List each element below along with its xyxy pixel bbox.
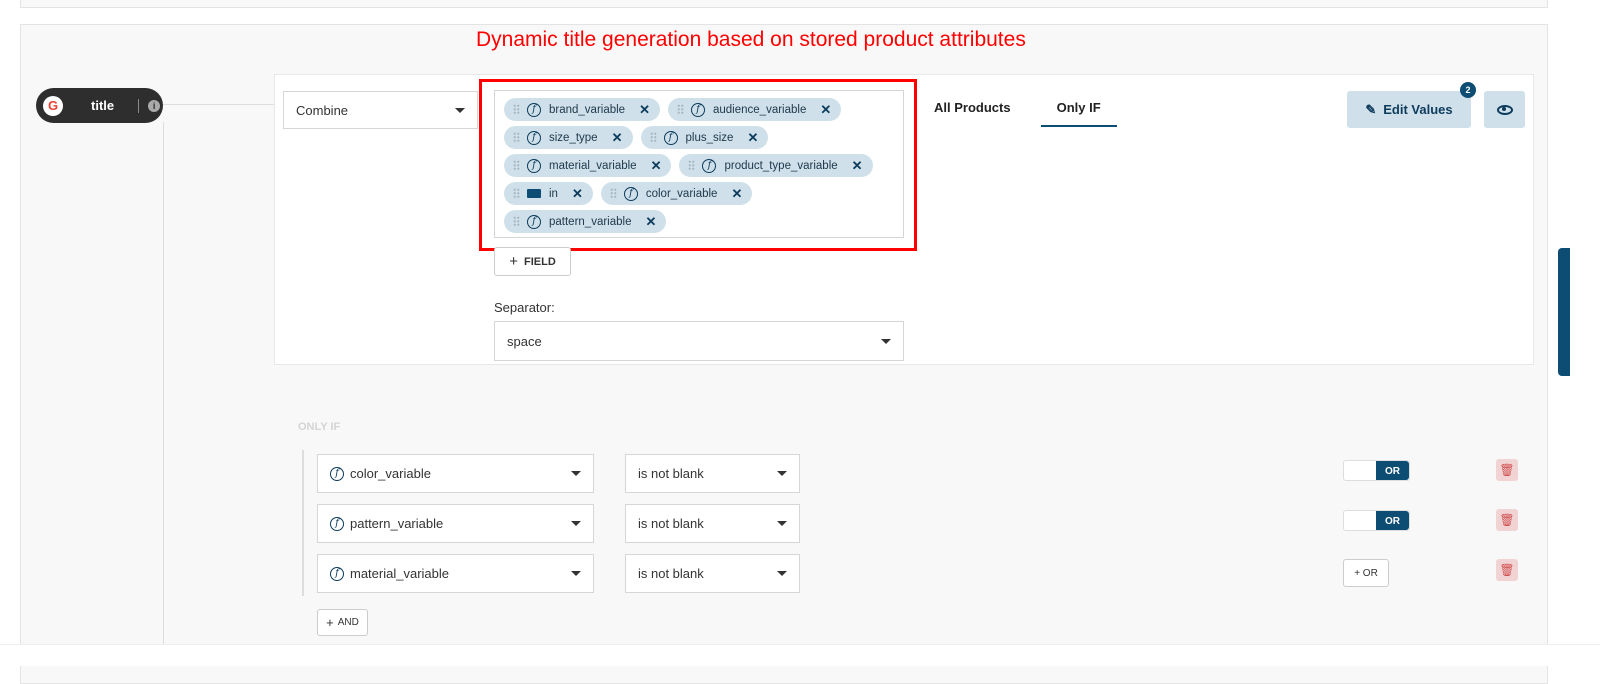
caret-down-icon — [571, 471, 581, 476]
condition-operator-value: is not blank — [638, 566, 704, 581]
mode-value: Combine — [296, 102, 349, 118]
edit-values-label: Edit Values — [1383, 102, 1453, 117]
separator-label: Separator: — [494, 300, 555, 315]
and-label: AND — [337, 617, 359, 628]
edit-values-button[interactable]: ✎ Edit Values — [1347, 91, 1471, 128]
condition-field-value: color_variable — [350, 466, 431, 481]
conditions-line — [302, 450, 304, 596]
caret-down-icon — [571, 521, 581, 526]
bottom-bar — [0, 644, 1600, 666]
caret-down-icon — [571, 571, 581, 576]
or-label: OR — [1376, 511, 1409, 530]
tabs: All Products Only IF — [934, 100, 1147, 127]
function-icon: f — [330, 516, 344, 531]
caret-down-icon — [777, 571, 787, 576]
condition-field-select[interactable]: f material_variable — [317, 554, 594, 593]
condition-field-select[interactable]: f pattern_variable — [317, 504, 594, 543]
or-label: OR — [1376, 461, 1409, 480]
condition-field-value: material_variable — [350, 566, 449, 581]
caret-down-icon — [881, 338, 891, 344]
add-field-button[interactable]: + FIELD — [494, 247, 571, 276]
tab-all-products[interactable]: All Products — [934, 100, 1011, 127]
tree-line — [163, 122, 164, 666]
delete-condition-icon[interactable]: 🗑 — [1496, 509, 1518, 531]
plus-icon: + — [326, 615, 334, 630]
google-icon: G — [43, 95, 63, 116]
or-toggle[interactable]: OR — [1343, 460, 1410, 481]
function-icon: f — [330, 466, 344, 481]
condition-field-value: pattern_variable — [350, 516, 444, 531]
add-field-label: FIELD — [523, 255, 556, 268]
add-or-button[interactable]: + OR — [1343, 559, 1389, 587]
edit-icon: ✎ — [1365, 101, 1377, 117]
delete-condition-icon[interactable]: 🗑 — [1496, 559, 1518, 581]
edit-values-badge: 2 — [1460, 82, 1476, 98]
condition-operator-select[interactable]: is not blank — [625, 504, 800, 543]
preview-button[interactable] — [1484, 91, 1525, 128]
only-if-heading: ONLY IF — [298, 421, 341, 433]
side-feedback-tab[interactable] — [1558, 248, 1570, 376]
attribute-name: title — [91, 98, 115, 113]
function-icon: f — [330, 566, 344, 581]
condition-operator-value: is not blank — [638, 516, 704, 531]
highlight-box — [479, 79, 917, 251]
top-panel — [20, 0, 1548, 8]
annotation-text: Dynamic title generation based on stored… — [476, 28, 1026, 51]
condition-operator-select[interactable]: is not blank — [625, 554, 800, 593]
caret-down-icon — [777, 471, 787, 476]
condition-operator-select[interactable]: is not blank — [625, 454, 800, 493]
condition-operator-value: is not blank — [638, 466, 704, 481]
or-label: + OR — [1354, 567, 1378, 579]
condition-field-select[interactable]: f color_variable — [317, 454, 594, 493]
eye-icon — [1496, 104, 1513, 115]
mode-select[interactable]: Combine — [283, 91, 478, 129]
or-toggle[interactable]: OR — [1343, 510, 1410, 531]
plus-icon: + — [509, 253, 518, 270]
caret-down-icon — [455, 107, 465, 113]
attribute-node-title[interactable]: G title i — [36, 88, 163, 123]
delete-condition-icon[interactable]: 🗑 — [1496, 459, 1518, 481]
separator-value: space — [507, 333, 542, 349]
tab-only-if[interactable]: Only IF — [1040, 100, 1117, 127]
separator-select[interactable]: space — [494, 321, 904, 361]
info-icon[interactable]: i — [148, 99, 161, 112]
caret-down-icon — [777, 521, 787, 526]
tree-connector — [163, 104, 274, 105]
add-and-button[interactable]: + AND — [317, 609, 368, 636]
divider — [138, 98, 140, 113]
